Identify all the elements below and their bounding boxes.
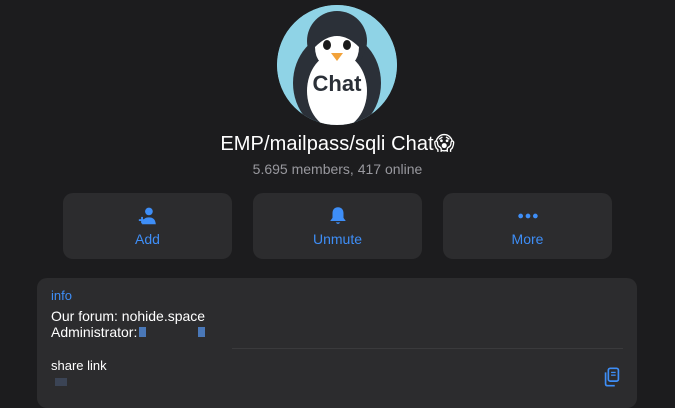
penguin-icon: Chat bbox=[277, 5, 397, 125]
redacted-link[interactable] bbox=[55, 378, 67, 386]
more-button[interactable]: More bbox=[443, 193, 612, 259]
info-heading: info bbox=[51, 288, 72, 303]
admin-label: Administrator: bbox=[51, 324, 138, 340]
more-label: More bbox=[511, 231, 544, 247]
info-forum-line[interactable]: Our forum: nohide.space bbox=[51, 308, 205, 324]
group-avatar: Chat bbox=[277, 5, 397, 125]
bell-icon bbox=[329, 207, 346, 225]
add-label: Add bbox=[135, 231, 160, 247]
divider bbox=[232, 348, 623, 349]
ellipsis-icon bbox=[517, 213, 538, 219]
share-link-label: share link bbox=[51, 358, 107, 373]
copy-icon[interactable] bbox=[601, 366, 623, 388]
avatar-text: Chat bbox=[313, 71, 363, 96]
group-title: EMP/mailpass/sqli Chat😱 bbox=[220, 133, 455, 155]
unmute-button[interactable]: Unmute bbox=[253, 193, 422, 259]
group-profile-screen: Chat EMP/mailpass/sqli Chat😱 5.695 membe… bbox=[0, 0, 675, 408]
member-count: 5.695 members, 417 online bbox=[252, 161, 423, 177]
redacted-block bbox=[139, 327, 147, 337]
unmute-label: Unmute bbox=[312, 231, 363, 247]
info-admin-line[interactable]: Administrator: bbox=[51, 324, 206, 340]
redacted-block bbox=[198, 327, 206, 337]
info-card: info Our forum: nohide.space Administrat… bbox=[37, 278, 637, 408]
add-user-icon bbox=[138, 207, 156, 225]
add-button[interactable]: Add bbox=[63, 193, 232, 259]
